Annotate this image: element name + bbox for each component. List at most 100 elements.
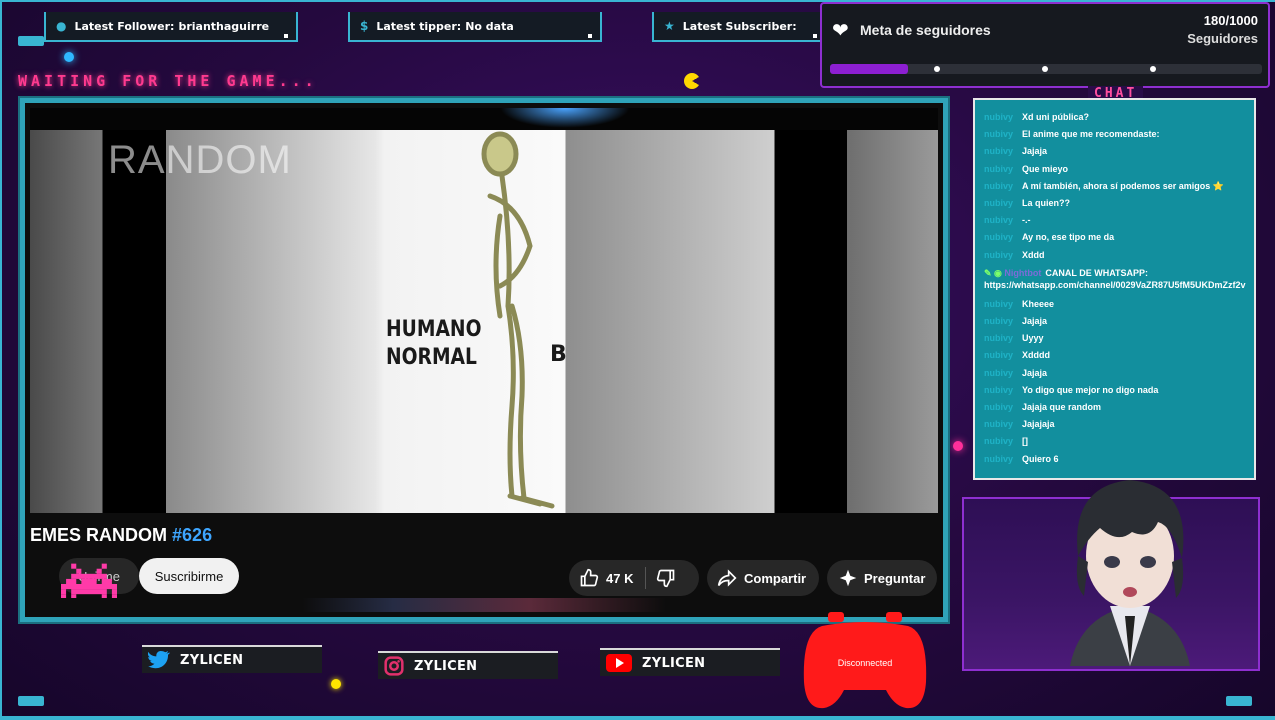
chat-text: El anime que me recomendaste: xyxy=(1022,129,1160,140)
chat-username[interactable]: nubivy xyxy=(984,365,1022,382)
bot-badge-icon: ✎ ◉ xyxy=(984,267,1005,278)
share-button[interactable]: Compartir xyxy=(707,560,819,596)
chat-username[interactable]: nubivy xyxy=(984,313,1022,330)
chat-message: ✎ ◉ Nightbot CANAL DE WHATSAPP: https://w… xyxy=(975,264,1254,296)
subscribe-label: Suscribirme xyxy=(154,568,224,584)
chat-username[interactable]: nubivy xyxy=(984,126,1022,143)
sparkle-icon xyxy=(839,569,857,587)
thumbs-up-icon xyxy=(580,568,599,587)
latest-subscriber-label: Latest Subscriber: xyxy=(682,19,797,33)
chat-username[interactable]: nubivy xyxy=(984,416,1022,433)
follower-goal-widget: ❤ Meta de seguidores 180/1000 Seguidores xyxy=(820,2,1270,88)
ask-button[interactable]: Preguntar xyxy=(827,560,937,596)
goal-progress-fill xyxy=(830,64,908,74)
chat-message: nubivy Jajaja xyxy=(975,313,1254,330)
chat-username[interactable]: nubivy xyxy=(984,178,1022,195)
chat-message: nubivy Que mieyo xyxy=(975,161,1254,178)
chat-message: nubivy Yo digo que mejor no digo nada xyxy=(975,382,1254,399)
share-icon xyxy=(717,569,737,587)
latest-follower-bar: ● Latest Follower: brianthaguirre xyxy=(44,12,298,42)
video-caption-line2: NORMAL xyxy=(386,345,477,370)
chat-text: Xddd xyxy=(1022,249,1045,260)
chat-username[interactable]: nubivy xyxy=(984,399,1022,416)
like-button[interactable]: 47 K xyxy=(569,560,699,596)
chat-text: Jajajaja xyxy=(1022,419,1055,430)
waiting-text: WAITING FOR THE GAME... xyxy=(18,72,318,90)
video-caption: HUMANO NORMAL xyxy=(386,316,481,372)
chat-message: nubivy Uyyy xyxy=(975,330,1254,347)
chat-message: nubivy Xd uni pública? xyxy=(975,109,1254,126)
chat-username[interactable]: nubivy xyxy=(984,433,1022,450)
chat-panel[interactable]: nubivy Xd uni pública? nubivy El anime que … xyxy=(973,98,1256,480)
video-title-text: EMES RANDOM xyxy=(30,525,168,545)
video-watermark: RANDOM xyxy=(108,138,292,182)
youtube-icon xyxy=(606,654,632,672)
thumbs-down-icon[interactable] xyxy=(656,568,676,588)
chat-message: nubivy Jajaja xyxy=(975,143,1254,160)
vtuber-avatar xyxy=(1070,480,1190,666)
chat-username[interactable]: nubivy xyxy=(984,143,1022,160)
latest-follower-label: Latest Follower: xyxy=(74,19,175,33)
chat-text: Que mieyo xyxy=(1022,163,1069,174)
subscribe-button[interactable]: Suscribirme xyxy=(139,558,239,594)
video-player-frame: RANDOM HUMANO NORMAL B EMES RANDOM #626 … xyxy=(20,98,948,622)
latest-tipper-bar: $ Latest tipper: No data xyxy=(348,12,602,42)
ask-label: Preguntar xyxy=(864,570,926,586)
user-icon: ● xyxy=(56,19,67,33)
chat-text: Kheeee xyxy=(1022,298,1055,309)
chat-username[interactable]: nubivy xyxy=(984,347,1022,364)
chat-text: Jajaja xyxy=(1022,146,1048,157)
goal-title: Meta de seguidores xyxy=(860,22,991,38)
chat-text: Ay no, ese tipo me da xyxy=(1022,232,1115,243)
frame-bottom-line xyxy=(0,716,1275,720)
chat-text: Jajaja que random xyxy=(1022,402,1102,413)
corner-tab-top-left xyxy=(18,36,44,46)
goal-milestone-dot xyxy=(1042,66,1048,72)
goal-milestone-dot xyxy=(934,66,940,72)
chat-message: nubivy Xdddd xyxy=(975,347,1254,364)
frame-left-line xyxy=(0,0,2,720)
chat-username[interactable]: nubivy xyxy=(984,451,1022,468)
social-twitter[interactable]: ZYLICEN xyxy=(142,645,322,673)
controller-status: Disconnected xyxy=(837,658,893,668)
chat-message: nubivy Jajaja que random xyxy=(975,399,1254,416)
chat-message: nubivy Jajajaja xyxy=(975,416,1254,433)
latest-tipper-label: Latest tipper: xyxy=(376,19,462,33)
chat-username[interactable]: nubivy xyxy=(984,229,1022,246)
chat-username[interactable]: nubivy xyxy=(984,195,1022,212)
glow-dot xyxy=(331,679,341,689)
star-icon: ★ xyxy=(664,19,675,33)
chat-text: Yo digo que mejor no digo nada xyxy=(1022,384,1159,395)
goal-progress-track xyxy=(830,64,1262,74)
chat-text: -.- xyxy=(1022,215,1031,226)
social-instagram[interactable]: ZYLICEN xyxy=(378,651,558,679)
instagram-icon xyxy=(384,656,404,676)
goal-unit: Seguidores xyxy=(1187,31,1258,46)
glow-dot xyxy=(953,441,963,451)
dollar-icon: $ xyxy=(360,19,369,33)
chat-username[interactable]: nubivy xyxy=(984,212,1022,229)
chat-text: Jajaja xyxy=(1022,367,1048,378)
twitter-handle: ZYLICEN xyxy=(180,652,244,668)
glow-dot xyxy=(64,52,74,62)
chat-text: Xdddd xyxy=(1022,350,1050,361)
chat-username[interactable]: Nightbot xyxy=(1004,268,1041,278)
video-title: EMES RANDOM #626 xyxy=(30,525,212,546)
chat-text: Xd uni pública? xyxy=(1022,112,1089,122)
latest-follower-value: brianthaguirre xyxy=(178,19,270,33)
corner-tab-bottom-left xyxy=(18,696,44,706)
chat-username[interactable]: nubivy xyxy=(984,109,1022,126)
social-youtube[interactable]: ZYLICEN xyxy=(600,648,780,676)
chat-username[interactable]: nubivy xyxy=(984,296,1022,313)
goal-count: 180/1000 xyxy=(1203,13,1258,28)
video-display[interactable]: RANDOM HUMANO NORMAL B xyxy=(30,108,938,513)
video-caption-line1: HUMANO xyxy=(386,317,482,342)
chat-username[interactable]: nubivy xyxy=(984,330,1022,347)
chat-username[interactable]: nubivy xyxy=(984,161,1022,178)
chat-username[interactable]: nubivy xyxy=(984,247,1022,264)
video-caption-partial: B xyxy=(550,342,567,367)
chat-username[interactable]: nubivy xyxy=(984,382,1022,399)
heart-icon: ❤ xyxy=(832,20,849,42)
chat-message: nubivy -.- xyxy=(975,212,1254,229)
chat-message: nubivy Ay no, ese tipo me da xyxy=(975,229,1254,246)
